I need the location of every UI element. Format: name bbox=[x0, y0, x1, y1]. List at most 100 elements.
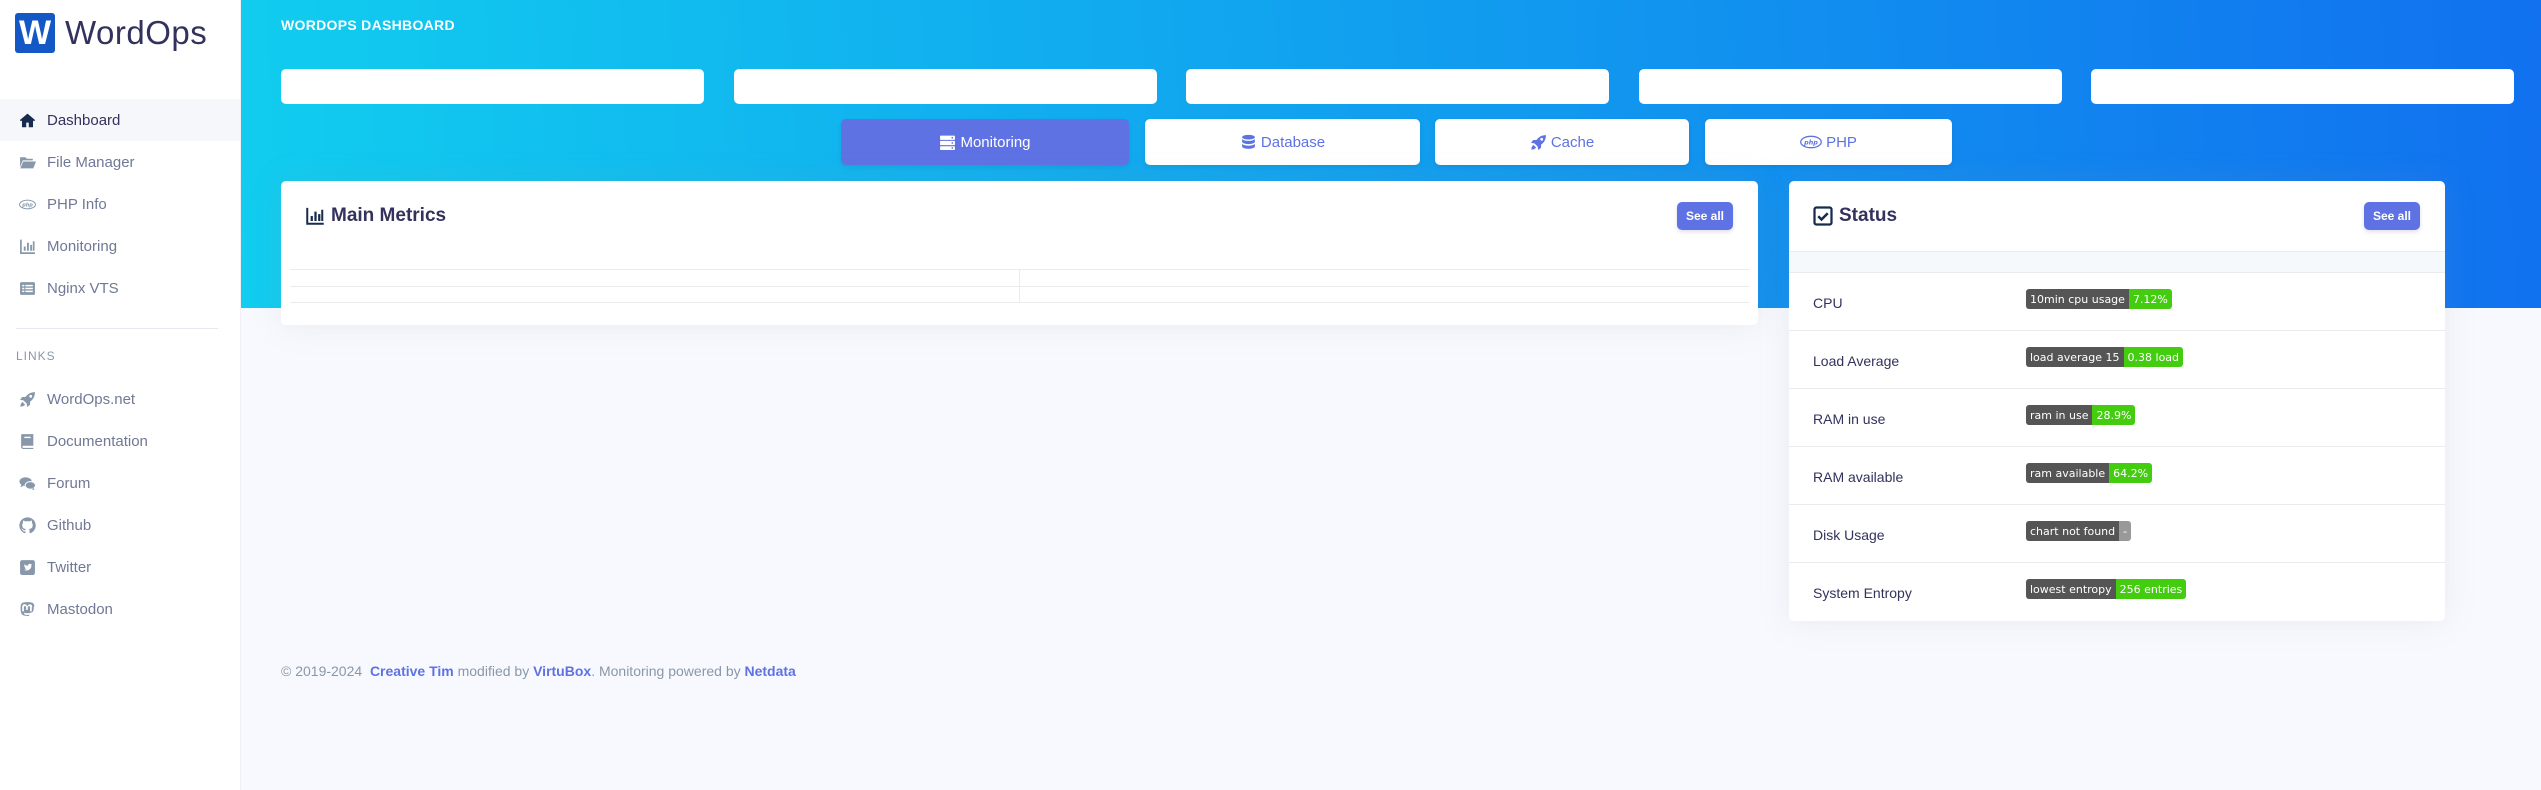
tab-label: Database bbox=[1260, 133, 1326, 151]
footer: © 2019-2024 Creative Tim modified by Vir… bbox=[281, 663, 796, 679]
svg-text:php: php bbox=[1803, 138, 1818, 146]
status-row-system-entropy: System Entropy lowest entropy 256 entrie… bbox=[1789, 563, 2445, 621]
php-icon: php bbox=[16, 196, 38, 213]
badge-key: chart not found bbox=[2026, 521, 2120, 541]
links-heading: LINKS bbox=[16, 349, 56, 363]
folder-open-icon bbox=[16, 154, 38, 171]
main-metrics-card: Main Metrics See all bbox=[281, 181, 1758, 325]
badge-value: 256 entries bbox=[2115, 579, 2187, 599]
php-icon: php bbox=[1800, 135, 1822, 149]
link-wordops-net[interactable]: WordOps.net bbox=[0, 378, 240, 420]
badge-key: 10min cpu usage bbox=[2026, 289, 2129, 309]
footer-text: modified by bbox=[457, 663, 530, 679]
status-row-cpu: CPU 10min cpu usage 7.12% bbox=[1789, 273, 2445, 331]
brand-logo-icon: W bbox=[15, 13, 55, 53]
link-mastodon[interactable]: Mastodon bbox=[0, 588, 240, 630]
link-label: WordOps.net bbox=[47, 390, 136, 408]
badge-key: ram available bbox=[2026, 463, 2110, 483]
tab-cache[interactable]: Cache bbox=[1435, 119, 1689, 165]
tab-database[interactable]: Database bbox=[1145, 119, 1420, 165]
footer-link-virtubox[interactable]: VirtuBox bbox=[533, 663, 591, 679]
link-documentation[interactable]: Documentation bbox=[0, 420, 240, 462]
status-badge: ram available 64.2% bbox=[2026, 463, 2153, 483]
rocket-icon bbox=[16, 391, 38, 408]
sidebar-item-nginx-vts[interactable]: Nginx VTS bbox=[0, 267, 240, 309]
status-row-ram-in-use: RAM in use ram in use 28.9% bbox=[1789, 389, 2445, 447]
tab-label: PHP bbox=[1826, 133, 1857, 151]
metrics-table bbox=[290, 269, 1749, 303]
sidebar-links: WordOps.net Documentation Forum Github T… bbox=[0, 378, 240, 630]
status-badge: 10min cpu usage 7.12% bbox=[2026, 289, 2172, 309]
twitter-icon bbox=[16, 559, 38, 576]
svg-text:php: php bbox=[21, 202, 33, 208]
brand[interactable]: W WordOps bbox=[15, 13, 207, 53]
tab-monitoring[interactable]: Monitoring bbox=[841, 119, 1129, 165]
status-row-load-average: Load Average load average 15 0.38 load bbox=[1789, 331, 2445, 389]
link-github[interactable]: Github bbox=[0, 504, 240, 546]
see-all-button[interactable]: See all bbox=[2364, 202, 2420, 230]
sidebar-item-label: Nginx VTS bbox=[47, 279, 119, 297]
stat-box bbox=[1639, 69, 2062, 104]
badge-key: ram in use bbox=[2026, 405, 2093, 425]
table-header bbox=[1789, 251, 2445, 273]
sidebar-item-label: Monitoring bbox=[47, 237, 118, 255]
check-square-icon bbox=[1813, 206, 1833, 226]
stat-box bbox=[1186, 69, 1609, 104]
card-title-text: Main Metrics bbox=[331, 205, 447, 226]
sidebar-item-label: Dashboard bbox=[47, 111, 121, 129]
brand-name: WordOps bbox=[65, 14, 208, 51]
home-icon bbox=[16, 112, 38, 129]
status-label: Disk Usage bbox=[1813, 527, 1885, 543]
rocket-icon bbox=[1530, 134, 1546, 150]
github-icon bbox=[16, 516, 38, 534]
link-label: Documentation bbox=[47, 432, 148, 450]
tab-label: Cache bbox=[1550, 133, 1595, 151]
sidebar-divider bbox=[16, 328, 218, 329]
status-label: CPU bbox=[1813, 295, 1843, 311]
sidebar-item-monitoring[interactable]: Monitoring bbox=[0, 225, 240, 267]
status-label: RAM in use bbox=[1813, 411, 1886, 427]
stat-box bbox=[2091, 69, 2514, 104]
sidebar-item-php-info[interactable]: php PHP Info bbox=[0, 183, 240, 225]
badge-value: - bbox=[2119, 521, 2132, 541]
status-card: Status See all CPU 10min cpu usage 7.12%… bbox=[1789, 181, 2445, 621]
badge-key: lowest entropy bbox=[2026, 579, 2116, 599]
link-label: Mastodon bbox=[47, 600, 113, 618]
mastodon-icon bbox=[16, 601, 38, 618]
footer-link-creative-tim[interactable]: Creative Tim bbox=[370, 663, 454, 679]
server-icon bbox=[940, 135, 956, 150]
badge-value: 7.12% bbox=[2128, 289, 2172, 309]
status-badge: chart not found - bbox=[2026, 521, 2132, 541]
chart-bar-icon bbox=[16, 238, 38, 255]
status-label: RAM available bbox=[1813, 469, 1904, 485]
link-label: Twitter bbox=[47, 558, 92, 576]
badge-value: 64.2% bbox=[2109, 463, 2153, 483]
footer-link-netdata[interactable]: Netdata bbox=[745, 663, 796, 679]
sidebar-nav: Dashboard File Manager php PHP Info Moni… bbox=[0, 99, 240, 309]
stat-box bbox=[281, 69, 704, 104]
badge-value: 28.9% bbox=[2092, 405, 2136, 425]
status-label: System Entropy bbox=[1813, 585, 1912, 601]
link-forum[interactable]: Forum bbox=[0, 462, 240, 504]
status-row-ram-available: RAM available ram available 64.2% bbox=[1789, 447, 2445, 505]
comments-icon bbox=[16, 475, 38, 492]
tab-label: Monitoring bbox=[960, 133, 1031, 151]
card-title-text: Status bbox=[1839, 205, 1898, 226]
sidebar-item-dashboard[interactable]: Dashboard bbox=[0, 99, 240, 141]
status-row-disk-usage: Disk Usage chart not found - bbox=[1789, 505, 2445, 563]
status-label: Load Average bbox=[1813, 353, 1900, 369]
badge-value: 0.38 load bbox=[2123, 347, 2184, 367]
link-twitter[interactable]: Twitter bbox=[0, 546, 240, 588]
database-icon bbox=[1242, 134, 1255, 149]
sidebar-item-label: File Manager bbox=[47, 153, 135, 171]
sidebar: W WordOps Dashboard File Manager php PHP… bbox=[0, 0, 241, 790]
link-label: Github bbox=[47, 516, 92, 534]
footer-text: . Monitoring powered by bbox=[591, 663, 741, 679]
sidebar-item-file-manager[interactable]: File Manager bbox=[0, 141, 240, 183]
chart-bar-icon bbox=[306, 207, 324, 225]
footer-copyright: © 2019-2024 bbox=[281, 663, 363, 679]
tab-php[interactable]: php PHP bbox=[1705, 119, 1952, 165]
see-all-button[interactable]: See all bbox=[1677, 202, 1733, 230]
card-title: Status bbox=[1813, 205, 1897, 227]
status-badge: load average 15 0.38 load bbox=[2026, 347, 2184, 367]
